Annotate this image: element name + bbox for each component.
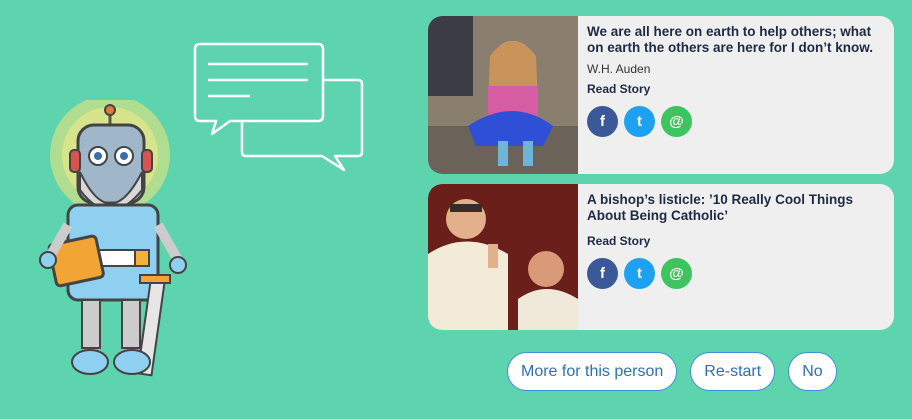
restart-button[interactable]: Re-start: [690, 352, 776, 391]
chat-bubbles-icon: [193, 42, 364, 172]
no-button[interactable]: No: [788, 352, 837, 391]
read-story-link[interactable]: Read Story: [587, 82, 650, 96]
more-for-this-person-button[interactable]: More for this person: [507, 352, 678, 391]
story-card: A bishop’s listicle: ’10 Really Cool Thi…: [428, 184, 894, 330]
story-headline[interactable]: A bishop’s listicle: ’10 Really Cool Thi…: [587, 192, 880, 224]
twitter-icon[interactable]: t: [624, 106, 655, 137]
story-thumbnail[interactable]: [428, 184, 578, 330]
story-author: W.H. Auden: [587, 62, 651, 76]
email-icon[interactable]: @: [661, 258, 692, 289]
share-buttons: f t @: [587, 106, 880, 137]
facebook-icon[interactable]: f: [587, 106, 618, 137]
story-quote[interactable]: We are all here on earth to help others;…: [587, 24, 880, 56]
share-buttons: f t @: [587, 258, 880, 289]
robot-mascot-illustration: [39, 100, 187, 377]
story-card: We are all here on earth to help others;…: [428, 16, 894, 174]
read-story-link[interactable]: Read Story: [587, 234, 650, 248]
twitter-icon[interactable]: t: [624, 258, 655, 289]
conversation-actions: More for this person Re-start No: [507, 352, 837, 391]
email-icon[interactable]: @: [661, 106, 692, 137]
facebook-icon[interactable]: f: [587, 258, 618, 289]
story-thumbnail[interactable]: [428, 16, 578, 174]
